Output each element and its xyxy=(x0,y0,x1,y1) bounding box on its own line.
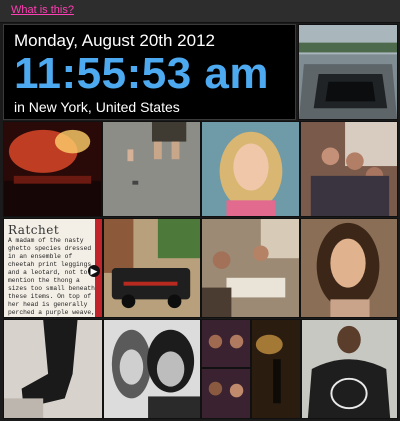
top-bar: What is this? xyxy=(0,0,400,23)
photo-tile-memorial[interactable] xyxy=(298,24,398,120)
clock-date: Monday, August 20th 2012 xyxy=(14,31,216,50)
photo-tile-ras-tendaz-shirt[interactable] xyxy=(301,319,398,419)
photo-tile-night-street[interactable] xyxy=(251,319,301,419)
photo-tile-blonde-portrait[interactable] xyxy=(201,121,300,217)
photo-tile-street-feet[interactable] xyxy=(102,121,201,217)
card-body: A madam of the nasty ghetto species dres… xyxy=(8,237,95,324)
photo-tile-brunette-portrait[interactable] xyxy=(300,218,398,318)
card-title: Ratchet xyxy=(8,223,60,237)
photo-tile-indoor-group[interactable] xyxy=(201,218,300,318)
photo-tile-concert[interactable] xyxy=(3,121,102,217)
photo-tile-black-boot[interactable] xyxy=(3,319,103,419)
photo-tile-collage-friends[interactable] xyxy=(201,319,251,419)
what-is-this-link[interactable]: What is this? xyxy=(11,4,74,16)
photo-tile-bw-duo[interactable] xyxy=(103,319,201,419)
photo-tile-group-friends[interactable] xyxy=(300,121,398,217)
clock-panel: Monday, August 20th 2012 11:55:53 am in … xyxy=(3,24,296,120)
chevron-right-icon[interactable]: ▶ xyxy=(88,265,100,277)
photo-tile-van[interactable] xyxy=(103,218,201,318)
clock-location: in New York, United States xyxy=(14,99,180,115)
clock-time: 11:55:53 am xyxy=(14,49,270,98)
